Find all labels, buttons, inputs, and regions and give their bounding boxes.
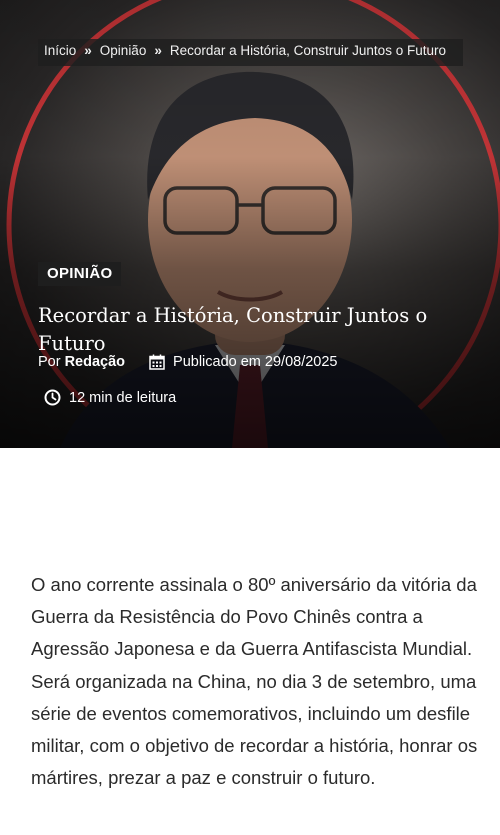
article-meta: Por Redação Publicado em 29/08/2025 — [38, 354, 338, 370]
reading-time-label: 12 min de leitura — [69, 389, 177, 406]
double-chevron-icon: » — [154, 43, 162, 58]
author-prefix: Por — [38, 354, 61, 370]
page-title: Recordar a História, Construir Juntos o … — [38, 304, 428, 355]
calendar-icon — [149, 354, 165, 370]
clock-icon — [44, 389, 61, 406]
publish-date: Publicado em 29/08/2025 — [173, 354, 338, 370]
double-chevron-icon: » — [84, 43, 92, 58]
breadcrumb-home-link[interactable]: Início — [44, 43, 76, 58]
article-paragraph: O ano corrente assinala o 80º aniversári… — [31, 574, 478, 789]
category-badge[interactable]: OPINIÃO — [38, 262, 122, 286]
breadcrumb-section-link[interactable]: Opinião — [100, 43, 147, 58]
hero-gradient-overlay — [0, 0, 500, 448]
author-link[interactable]: Redação — [65, 354, 125, 370]
article-hero: Início » Opinião » Recordar a História, Cons… — [0, 0, 500, 448]
reading-time: 12 min de leitura — [44, 389, 176, 406]
breadcrumb: Início » Opinião » Recordar a História, Cons… — [38, 39, 463, 66]
breadcrumb-current: Recordar a História, Construir Juntos o … — [169, 43, 446, 58]
